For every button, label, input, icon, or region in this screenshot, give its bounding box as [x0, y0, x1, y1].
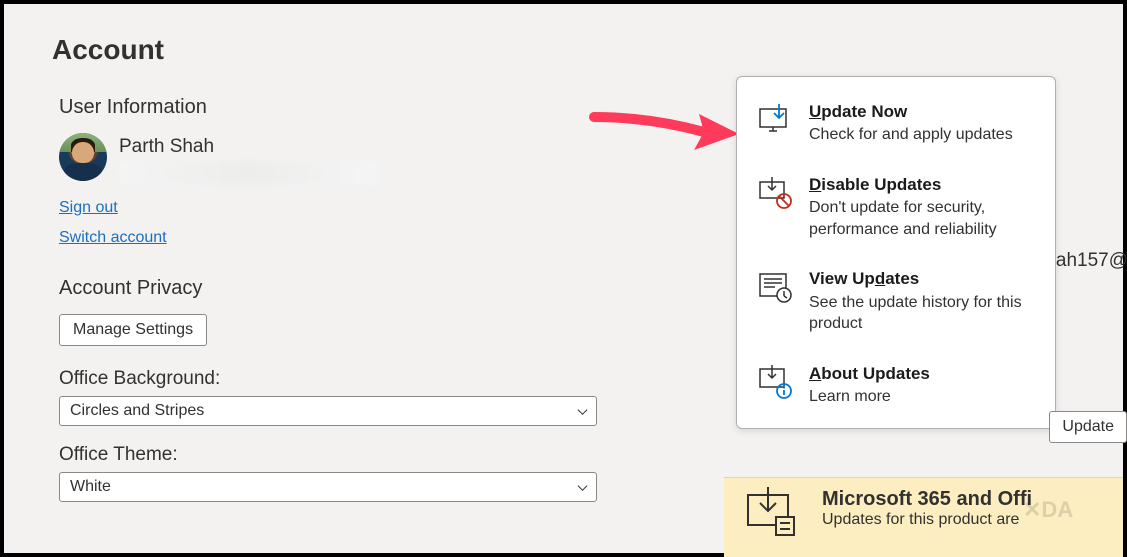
update-now-icon [757, 101, 795, 139]
menu-item-view-updates[interactable]: View Updates See the update history for … [737, 258, 1055, 352]
update-options-icon[interactable] [742, 483, 802, 543]
menu-description: Don't update for security, performance a… [809, 197, 1035, 240]
partial-email-text: ah157@ [1056, 250, 1127, 272]
user-name: Parth Shah [119, 136, 379, 158]
update-button[interactable]: Update [1049, 411, 1127, 443]
disable-updates-icon [757, 174, 795, 212]
svg-text:✕DA: ✕DA [1023, 497, 1073, 522]
switch-account-link[interactable]: Switch account [59, 229, 167, 247]
menu-item-disable-updates[interactable]: Disable Updates Don't update for securit… [737, 164, 1055, 258]
view-updates-icon [757, 268, 795, 306]
annotation-arrow-icon [589, 102, 739, 152]
office-theme-label: Office Theme: [59, 444, 1123, 466]
update-options-menu: Update Now Check for and apply updates D… [736, 76, 1056, 429]
menu-description: See the update history for this product [809, 292, 1035, 335]
menu-title: Disable Updates [809, 174, 1035, 195]
banner-title: Microsoft 365 and Offi [822, 488, 1032, 511]
office-theme-select[interactable]: White [59, 472, 597, 502]
page-title: Account [4, 4, 1123, 66]
menu-description: Check for and apply updates [809, 124, 1035, 146]
watermark-icon: ✕DA [1023, 495, 1103, 523]
sign-out-link[interactable]: Sign out [59, 199, 118, 217]
about-updates-icon [757, 363, 795, 401]
manage-settings-button[interactable]: Manage Settings [59, 314, 207, 346]
menu-title: Update Now [809, 101, 1035, 122]
menu-description: Learn more [809, 386, 1035, 408]
banner-subtitle: Updates for this product are [822, 511, 1032, 529]
menu-title: View Updates [809, 268, 1035, 289]
menu-item-about-updates[interactable]: About Updates Learn more [737, 353, 1055, 414]
office-background-select[interactable]: Circles and Stripes [59, 396, 597, 426]
user-avatar[interactable] [59, 133, 107, 181]
menu-item-update-now[interactable]: Update Now Check for and apply updates [737, 91, 1055, 164]
user-email-blurred [119, 161, 379, 185]
menu-title: About Updates [809, 363, 1035, 384]
